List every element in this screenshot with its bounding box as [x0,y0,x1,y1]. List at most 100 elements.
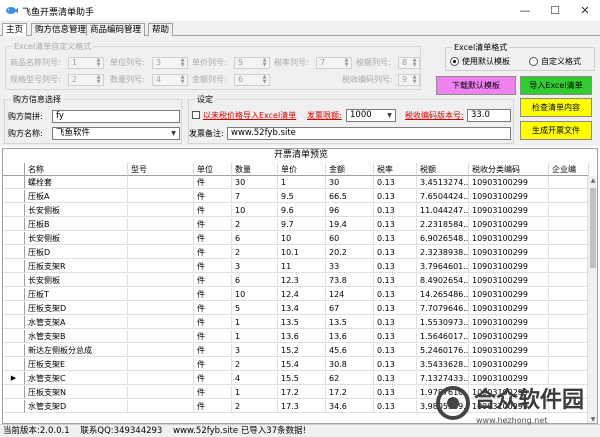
table-cell[interactable]: 8.4902654... [417,274,469,287]
table-cell[interactable]: 6.9026548... [417,232,469,245]
table-cell[interactable]: 件 [194,232,232,245]
tax-amount-col-spinner[interactable]: 8 ▲ ▼ [398,57,420,69]
buyer-name-select[interactable]: 飞鱼软件 ▼ [52,127,180,140]
table-cell[interactable] [549,344,589,357]
table-cell[interactable]: 件 [194,204,232,217]
row-selector[interactable] [3,288,25,301]
table-cell[interactable]: 0.13 [374,372,417,385]
row-selector[interactable] [3,386,25,399]
check-content-button[interactable]: 检查清单内容 [520,98,592,117]
table-row[interactable]: 新达左侧板分总成 件 3 15.2 45.6 0.13 5.2460176... 109031… [3,344,597,357]
table-cell[interactable]: 1.5530973... [417,316,469,329]
column-header[interactable]: 企业编 [549,163,589,176]
table-cell[interactable] [549,358,589,371]
table-cell[interactable]: 10.1 [278,246,326,259]
table-cell[interactable]: 13.6 [278,330,326,343]
table-cell[interactable]: 13.5 [278,316,326,329]
table-cell[interactable]: 件 [194,372,232,385]
row-selector[interactable] [3,330,25,343]
tax-rate-col-spinner[interactable]: 7 ▲ ▼ [316,57,352,69]
table-row[interactable]: 长安侧板 件 6 10 60 0.13 6.9026548... 10903100299 [3,232,597,245]
column-header[interactable]: 型号 [128,163,194,176]
row-selector[interactable] [3,316,25,329]
close-button[interactable]: ✕ [570,0,600,22]
unit-col-spinner[interactable]: 3 ▲ ▼ [152,57,188,69]
table-cell[interactable]: 压板B [25,218,128,231]
table-cell[interactable]: 17.3 [278,400,326,413]
table-cell[interactable]: 15.4 [278,358,326,371]
table-cell[interactable]: 10903100299 [469,302,549,315]
scroll-up-icon[interactable]: ▲ [588,176,597,186]
table-cell[interactable]: 1 [232,386,278,399]
table-cell[interactable]: 件 [194,176,232,189]
model-col-spinner[interactable]: 2 ▲ ▼ [68,74,104,86]
table-cell[interactable]: 长安侧板 [25,204,128,217]
table-cell[interactable] [549,246,589,259]
table-cell[interactable]: 10903100299 [469,232,549,245]
import-unpriced-checkbox[interactable] [192,111,200,119]
maximize-button[interactable]: ☐ [540,0,570,22]
table-cell[interactable]: 压板T [25,288,128,301]
table-cell[interactable]: 件 [194,330,232,343]
table-row[interactable]: 螺栓套件 30 1 30 0.13 3.4513274... 10903100299 [3,176,597,189]
table-cell[interactable]: 3.4513274... [417,176,469,189]
table-cell[interactable]: 压板支架D [25,302,128,315]
table-cell[interactable] [128,358,194,371]
table-cell[interactable]: 6 [232,274,278,287]
table-cell[interactable]: 1.5646017... [417,330,469,343]
table-cell[interactable]: 件 [194,218,232,231]
table-cell[interactable] [549,260,589,273]
table-cell[interactable]: 30.8 [326,358,374,371]
table-cell[interactable]: 12.4 [278,288,326,301]
column-header[interactable]: 单价 [278,163,326,176]
invoice-limit-select[interactable]: 1000 ▼ [346,109,396,122]
invoice-remark-input[interactable]: www.52fyb.site [227,127,511,140]
table-cell[interactable]: 1 [278,176,326,189]
table-cell[interactable]: 5.2460176... [417,344,469,357]
table-row[interactable]: 长安侧板 件 10 9.6 96 0.13 11.044247... 10903100299 [3,204,597,217]
table-cell[interactable]: 长安侧板 [25,232,128,245]
table-cell[interactable] [549,302,589,315]
tax-code-col-spinner[interactable]: 9 ▲ ▼ [398,74,420,86]
table-cell[interactable]: 新达左侧板分总成 [25,344,128,357]
table-cell[interactable]: 33 [326,260,374,273]
table-cell[interactable]: 件 [194,386,232,399]
table-cell[interactable]: 2 [232,246,278,259]
tab-product-code[interactable]: 商品编码管理 [86,23,146,36]
table-cell[interactable]: 件 [194,358,232,371]
table-cell[interactable]: 13.4 [278,302,326,315]
row-selector[interactable] [3,344,25,357]
table-cell[interactable]: 10903100299 [469,288,549,301]
table-cell[interactable]: 17.2 [278,386,326,399]
table-cell[interactable]: 30 [326,176,374,189]
tab-buyer-info[interactable]: 购方信息管理 [31,23,91,36]
table-cell[interactable] [128,246,194,259]
table-row[interactable]: 压板B 件 2 9.7 19.4 0.13 2.2318584... 10903100299 [3,218,597,231]
table-cell[interactable]: 60 [326,232,374,245]
table-cell[interactable]: 2.3238938... [417,246,469,259]
table-cell[interactable]: 2.2318584... [417,218,469,231]
amount-col-spinner[interactable]: 6 ▲ ▼ [234,74,270,86]
column-header[interactable]: 名称 [25,163,128,176]
table-cell[interactable]: 件 [194,190,232,203]
table-cell[interactable] [549,218,589,231]
table-cell[interactable]: 件 [194,400,232,413]
table-cell[interactable]: 13.6 [326,330,374,343]
table-cell[interactable]: 34.6 [326,400,374,413]
scroll-thumb[interactable] [590,188,596,268]
table-cell[interactable]: 3.7964601... [417,260,469,273]
table-cell[interactable]: 6 [232,232,278,245]
import-excel-button[interactable]: 导入Excel清单 [520,76,592,95]
table-cell[interactable]: 7 [232,190,278,203]
table-cell[interactable]: 11 [278,260,326,273]
table-cell[interactable] [128,316,194,329]
current-row-arrow-icon[interactable]: ▶ [3,372,25,385]
table-cell[interactable]: 11.044247... [417,204,469,217]
table-cell[interactable]: 0.13 [374,358,417,371]
table-cell[interactable]: 0.13 [374,204,417,217]
name-col-spinner[interactable]: 1 ▲ ▼ [68,57,104,69]
table-cell[interactable] [128,400,194,413]
qty-col-spinner[interactable]: 4 ▲ ▼ [152,74,188,86]
table-cell[interactable] [128,372,194,385]
table-cell[interactable]: 10 [278,232,326,245]
